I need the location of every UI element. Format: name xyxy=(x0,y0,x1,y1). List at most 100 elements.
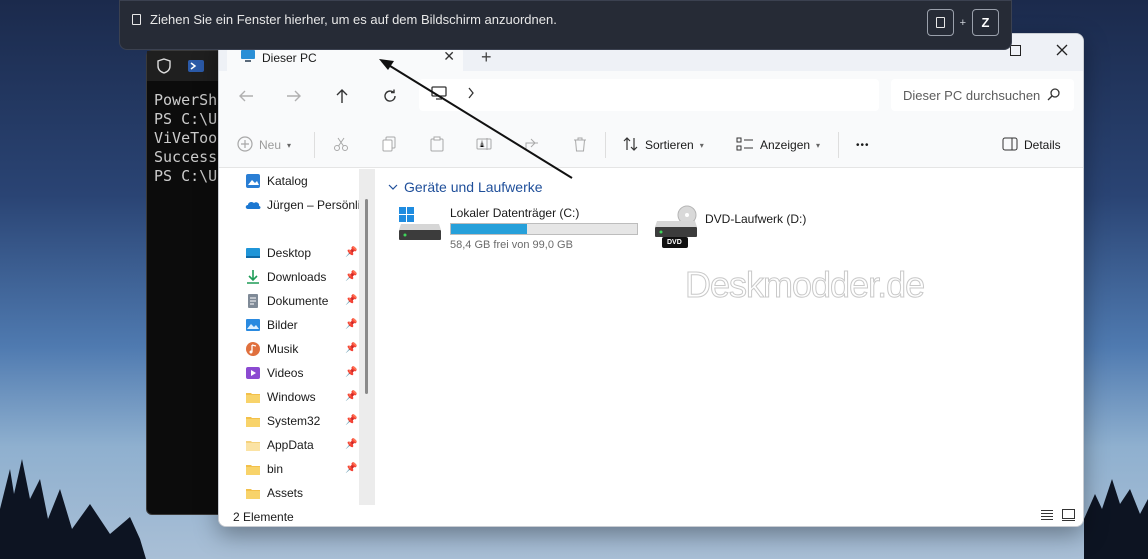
sort-label: Sortieren xyxy=(645,138,694,152)
snap-hint-bar[interactable]: Ziehen Sie ein Fenster hierher, um es au… xyxy=(119,0,1012,50)
pictures-icon xyxy=(245,317,261,333)
toolbar-divider xyxy=(314,132,315,158)
deskmodder-watermark: Deskmodder.de xyxy=(684,264,925,306)
powershell-icon[interactable] xyxy=(185,55,207,77)
forward-button[interactable] xyxy=(280,82,308,110)
clipboard-icon xyxy=(429,136,445,155)
close-tab-icon[interactable]: ✕ xyxy=(443,48,455,65)
folder-icon xyxy=(245,389,261,405)
file-explorer-window[interactable]: Dieser PC ✕ + Dieser PC durchsuchen Neu … xyxy=(218,33,1084,527)
pin-icon[interactable]: 📌 xyxy=(345,439,357,450)
pin-icon[interactable]: 📌 xyxy=(345,415,357,426)
chevron-down-icon: ▾ xyxy=(816,140,821,150)
sidebar-item-musik[interactable]: Musik xyxy=(245,339,298,359)
rename-button[interactable] xyxy=(476,132,492,158)
sidebar-item-videos[interactable]: Videos xyxy=(245,363,303,383)
pin-icon[interactable]: 📌 xyxy=(345,367,357,378)
details-pane-button[interactable]: Details xyxy=(1002,132,1061,158)
pin-icon[interactable]: 📌 xyxy=(345,463,357,474)
share-button[interactable] xyxy=(524,132,540,158)
view-label: Anzeigen xyxy=(760,138,811,152)
chevron-down-icon: ▾ xyxy=(287,140,292,150)
paste-button[interactable] xyxy=(429,132,445,158)
new-button[interactable]: Neu ▾ xyxy=(237,132,291,158)
desktop-icon xyxy=(245,245,261,261)
refresh-button[interactable] xyxy=(376,82,404,110)
z-key: Z xyxy=(972,9,999,36)
drive-c-name: Lokaler Datenträger (C:) xyxy=(450,206,580,220)
address-row: Dieser PC durchsuchen xyxy=(219,71,1083,120)
sidebar-item-appdata[interactable]: AppData xyxy=(245,435,314,455)
window-icon xyxy=(132,13,141,25)
dvd-badge: DVD xyxy=(667,239,682,246)
more-options-button[interactable]: ••• xyxy=(856,132,870,158)
sidebar-item-label: Videos xyxy=(267,366,304,380)
chevron-right-icon[interactable] xyxy=(467,86,475,104)
search-icon[interactable] xyxy=(1047,87,1061,104)
toolbar-divider xyxy=(838,132,839,158)
sidebar-item-downloads[interactable]: Downloads xyxy=(245,267,326,287)
sidebar-item-label: Assets xyxy=(267,486,304,500)
sidebar-item-dokumente[interactable]: Dokumente xyxy=(245,291,328,311)
pin-icon[interactable]: 📌 xyxy=(345,295,357,306)
rename-icon xyxy=(476,136,492,155)
navigation-pane[interactable]: Katalog Jürgen – Persönlic Desktop 📌 Dow… xyxy=(219,169,376,505)
sidebar-item-label: Windows xyxy=(267,390,316,404)
chevron-down-icon xyxy=(388,184,398,190)
sidebar-scrollbar-track[interactable] xyxy=(359,169,375,505)
sidebar-item-label: Katalog xyxy=(267,174,308,188)
drive-d[interactable]: DVD DVD-Laufwerk (D:) xyxy=(654,205,806,249)
command-bar: Neu ▾ Sortieren ▾ Anzeigen ▾ ••• Details xyxy=(219,120,1083,168)
large-icons-view-icon[interactable] xyxy=(1062,509,1075,524)
copy-button[interactable] xyxy=(381,132,397,158)
sidebar-item-bilder[interactable]: Bilder xyxy=(245,315,298,335)
toolbar-divider xyxy=(605,132,606,158)
search-input[interactable]: Dieser PC durchsuchen xyxy=(891,79,1074,111)
pin-icon[interactable]: 📌 xyxy=(345,391,357,402)
item-count: 2 Elemente xyxy=(233,509,294,524)
sort-button[interactable]: Sortieren ▾ xyxy=(623,132,704,158)
sidebar-item-system32[interactable]: System32 xyxy=(245,411,320,431)
new-button-label: Neu xyxy=(259,138,282,152)
windows-key xyxy=(926,9,954,36)
folder-icon xyxy=(245,437,261,453)
close-window-button[interactable] xyxy=(1046,38,1078,62)
up-button[interactable] xyxy=(328,82,356,110)
shield-icon[interactable] xyxy=(153,55,175,77)
drive-c[interactable]: Lokaler Datenträger (C:) 58,4 GB frei vo… xyxy=(398,206,638,251)
sidebar-item-desktop[interactable]: Desktop xyxy=(245,243,311,263)
sidebar-item-assets[interactable]: Assets xyxy=(245,483,303,503)
pin-icon[interactable]: 📌 xyxy=(345,271,357,282)
drive-c-free-space: 58,4 GB frei von 99,0 GB xyxy=(450,239,573,251)
sidebar-item-bin[interactable]: bin xyxy=(245,459,283,479)
onedrive-icon xyxy=(245,197,261,213)
sidebar-item-label: AppData xyxy=(267,438,314,452)
folder-icon xyxy=(245,413,261,429)
content-pane[interactable]: Geräte und Laufwerke Lokaler Datenträger… xyxy=(376,169,1083,505)
chevron-down-icon: ▾ xyxy=(699,140,704,150)
sidebar-item-label: System32 xyxy=(267,414,321,428)
sidebar-item-windows[interactable]: Windows xyxy=(245,387,316,407)
details-label: Details xyxy=(1024,138,1061,152)
pin-icon[interactable]: 📌 xyxy=(345,343,357,354)
list-view-icon xyxy=(736,137,754,154)
sidebar-item-katalog[interactable]: Katalog xyxy=(245,171,308,191)
hard-drive-icon xyxy=(398,206,442,251)
gallery-icon xyxy=(245,173,261,189)
copy-icon xyxy=(381,136,397,155)
sidebar-item-onedrive[interactable]: Jürgen – Persönlic xyxy=(245,195,366,215)
back-button[interactable] xyxy=(232,82,260,110)
details-view-icon[interactable] xyxy=(1040,509,1054,524)
pin-icon[interactable]: 📌 xyxy=(345,319,357,330)
cut-button[interactable] xyxy=(333,132,349,158)
view-button[interactable]: Anzeigen ▾ xyxy=(736,132,820,158)
new-tab-button[interactable]: + xyxy=(481,47,492,68)
pin-icon[interactable]: 📌 xyxy=(345,247,357,258)
sidebar-item-label: Desktop xyxy=(267,246,312,260)
address-bar[interactable] xyxy=(419,79,879,111)
group-header-devices[interactable]: Geräte und Laufwerke xyxy=(388,179,543,195)
more-icon: ••• xyxy=(856,139,870,151)
delete-button[interactable] xyxy=(572,132,588,158)
monitor-icon[interactable] xyxy=(431,85,447,105)
sidebar-scrollbar-thumb[interactable] xyxy=(365,199,368,394)
